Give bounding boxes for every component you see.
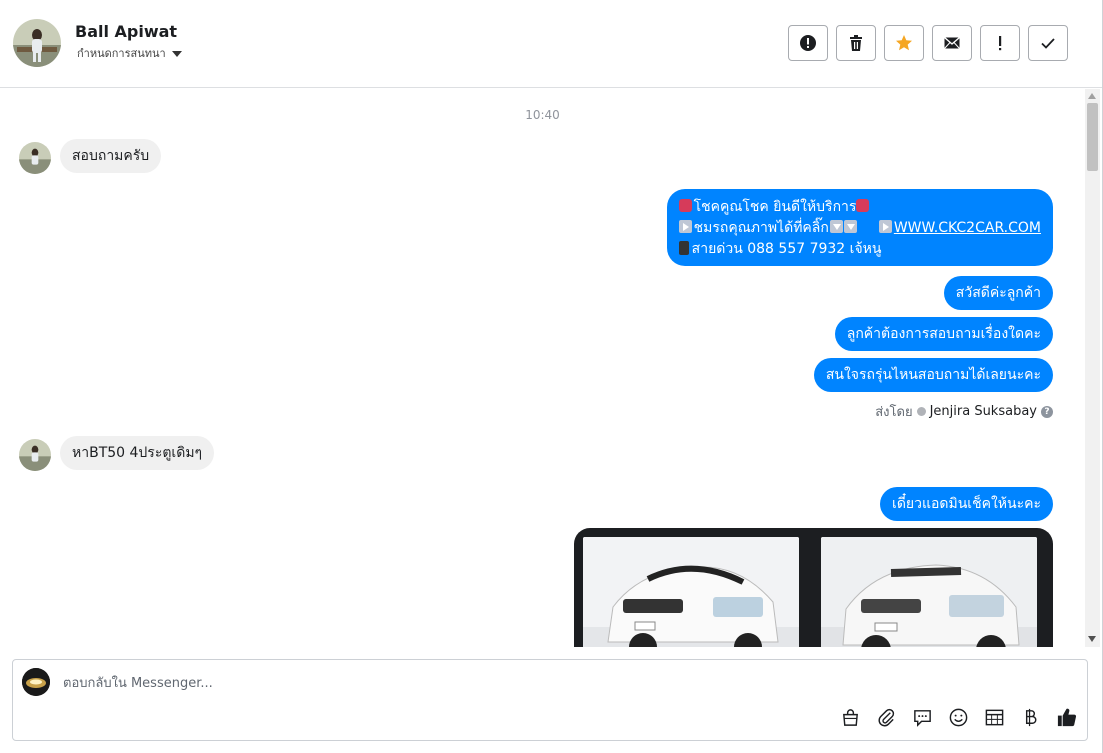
- agent-status-icon: [916, 407, 926, 416]
- messenger-conversation-window: Ball Apiwat กำหนดการสนทนา 10:40 สอบถามคร…: [0, 0, 1103, 753]
- baht-icon[interactable]: [1019, 706, 1041, 728]
- star-button[interactable]: [884, 25, 924, 61]
- table-icon[interactable]: [983, 706, 1005, 728]
- assign-label: กำหนดการสนทนา: [77, 47, 166, 60]
- emoji-icon[interactable]: [947, 706, 969, 728]
- scroll-down-arrow-icon[interactable]: [1088, 636, 1096, 642]
- envelope-icon: [944, 36, 960, 49]
- trash-icon: [850, 35, 862, 51]
- down-arrow-icon: [843, 220, 857, 233]
- reply-composer: [12, 659, 1088, 741]
- saved-reply-icon[interactable]: [911, 706, 933, 728]
- assign-conversation-dropdown[interactable]: กำหนดการสนทนา: [77, 44, 182, 62]
- delete-button[interactable]: [836, 25, 876, 61]
- outgoing-auto-reply[interactable]: โชคคูณโชค ยินดีให้บริการ ชมรถคุณภาพได้ที…: [666, 189, 1053, 266]
- done-button[interactable]: [1028, 25, 1068, 61]
- outgoing-message[interactable]: สนใจรถรุ่นไหนสอบถามได้เลยนะคะ: [813, 358, 1053, 392]
- image-carousel: [574, 528, 1053, 647]
- mark-unread-button[interactable]: [932, 25, 972, 61]
- incoming-message[interactable]: สอบถามครับ: [60, 139, 162, 173]
- alert-circle-icon: [800, 35, 816, 51]
- page-avatar: [22, 668, 50, 696]
- play-button-icon: [878, 220, 892, 233]
- message-thread[interactable]: 10:40 สอบถามครับ โชคคูณโชค ยินดีให้บริกา…: [0, 89, 1085, 647]
- paperclip-icon[interactable]: [875, 706, 897, 728]
- sparkle-icon: [856, 199, 870, 212]
- scroll-up-arrow-icon[interactable]: [1088, 93, 1096, 99]
- down-arrow-icon: [829, 220, 843, 233]
- play-button-icon: [678, 220, 692, 233]
- outgoing-message[interactable]: สวัสดีค่ะลูกค้า: [943, 276, 1053, 310]
- car-image-card[interactable]: [583, 537, 799, 647]
- composer-toolbar: [839, 706, 1077, 728]
- star-icon: [896, 35, 912, 51]
- sent-by-label: ส่งโดย: [875, 405, 913, 420]
- help-icon[interactable]: ?: [1041, 405, 1053, 418]
- website-link[interactable]: WWW.CKC2CAR.COM: [894, 220, 1041, 236]
- sent-by-name: Jenjira Suksabay: [929, 404, 1037, 419]
- shopping-bag-icon[interactable]: [839, 706, 861, 728]
- caret-down-icon: [171, 51, 182, 57]
- report-button[interactable]: [788, 25, 828, 61]
- sent-by-info: ส่งโดย Jenjira Suksabay ?: [875, 401, 1053, 422]
- contact-name[interactable]: Ball Apiwat: [75, 22, 177, 41]
- mobile-phone-icon: [678, 241, 689, 255]
- important-button[interactable]: [980, 25, 1020, 61]
- sparkle-icon: [678, 199, 692, 212]
- reply-input[interactable]: [61, 672, 761, 694]
- contact-avatar[interactable]: [13, 19, 61, 67]
- sender-avatar[interactable]: [19, 439, 51, 471]
- sender-avatar[interactable]: [19, 142, 51, 174]
- outgoing-message[interactable]: เดี๋ยวแอดมินเช็คให้นะคะ: [880, 487, 1053, 521]
- exclamation-icon: [999, 36, 1002, 51]
- outgoing-message[interactable]: ลูกค้าต้องการสอบถามเรื่องใดคะ: [834, 317, 1053, 351]
- car-image-card[interactable]: [821, 537, 1037, 647]
- scrollbar-thumb[interactable]: [1087, 103, 1098, 171]
- message-scrollbar[interactable]: [1085, 89, 1100, 647]
- thumbs-up-icon[interactable]: [1055, 706, 1077, 728]
- conversation-toolbar: [788, 25, 1068, 61]
- conversation-header: Ball Apiwat กำหนดการสนทนา: [0, 0, 1102, 88]
- incoming-message[interactable]: หาBT50 4ประตูเดิมๆ: [60, 436, 215, 470]
- message-timestamp: 10:40: [525, 108, 560, 122]
- checkmark-icon: [1041, 38, 1055, 49]
